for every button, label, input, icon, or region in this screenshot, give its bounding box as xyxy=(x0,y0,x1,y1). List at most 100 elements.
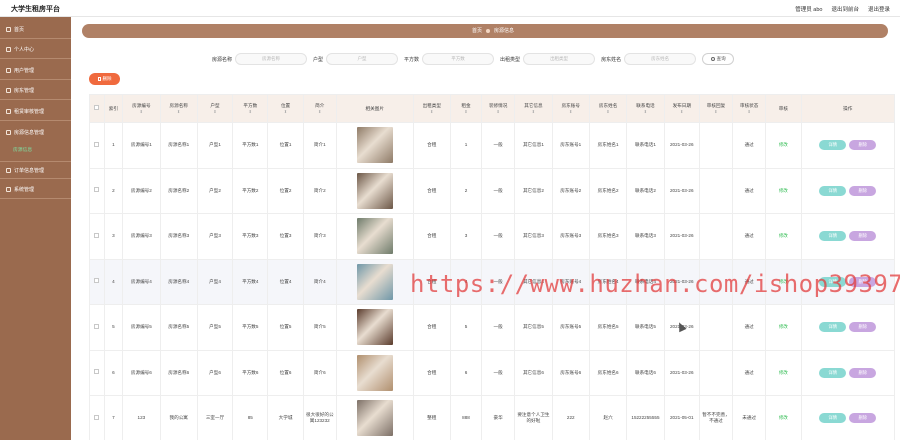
sidebar-item-listings[interactable]: 房源信息管理 xyxy=(0,123,71,141)
sort-icon[interactable]: ⬍ xyxy=(628,109,662,115)
row-checkbox[interactable] xyxy=(94,187,100,193)
cell-ll-name: 房东姓名5 xyxy=(588,304,628,351)
sort-icon[interactable]: ⬍ xyxy=(591,109,625,115)
column-header[interactable]: 审核状态 ⬍ xyxy=(732,94,767,123)
row-select-cell[interactable] xyxy=(89,122,105,169)
sort-icon[interactable]: ⬍ xyxy=(701,109,731,115)
row-checkbox[interactable] xyxy=(94,369,100,375)
house-photo-thumbnail xyxy=(356,400,393,437)
row-select-cell[interactable] xyxy=(89,395,105,440)
column-header[interactable]: 发布日期 ⬍ xyxy=(663,94,700,123)
detail-button[interactable]: 详情 xyxy=(819,185,847,196)
logout-link[interactable]: 退出登录 xyxy=(868,5,890,13)
sidebar-item-home[interactable]: 首页 xyxy=(0,21,71,39)
column-header[interactable]: 联系电话 ⬍ xyxy=(626,94,665,123)
search-input-area[interactable]: 平方数 xyxy=(422,53,495,65)
sort-icon[interactable]: ⬍ xyxy=(734,109,764,115)
cell-image xyxy=(335,258,414,305)
column-header[interactable]: 简介 ⬍ xyxy=(302,94,337,123)
house-photo-thumbnail xyxy=(356,218,393,255)
column-header[interactable]: 审核回复 ⬍ xyxy=(698,94,734,123)
sort-icon[interactable]: ⬍ xyxy=(483,109,513,115)
row-checkbox[interactable] xyxy=(94,232,100,238)
sort-icon[interactable]: ⬍ xyxy=(162,109,196,115)
search-button[interactable]: 查询 xyxy=(702,53,735,65)
cell-other: 其它信息6 xyxy=(514,349,553,396)
column-header[interactable]: 房源名称 ⬍ xyxy=(159,94,198,123)
delete-button[interactable]: 删除 xyxy=(849,140,877,151)
sort-icon[interactable]: ⬍ xyxy=(666,109,698,115)
row-checkbox[interactable] xyxy=(94,414,100,420)
sidebar-item-rental-review[interactable]: 租赁审核管理 xyxy=(0,103,71,121)
delete-button[interactable]: 删除 xyxy=(849,185,877,196)
column-header[interactable]: 房东账号 ⬍ xyxy=(551,94,590,123)
sidebar-item-landlords[interactable]: 房东管理 xyxy=(0,82,71,100)
delete-button[interactable]: 删除 xyxy=(849,367,877,378)
detail-button[interactable]: 详情 xyxy=(819,367,847,378)
search-input-type[interactable]: 户型 xyxy=(326,53,399,65)
sort-icon[interactable]: ⬍ xyxy=(234,109,266,115)
review-edit-link[interactable]: 修改 xyxy=(779,370,788,375)
cell-phone: 联系电话1 xyxy=(626,122,665,169)
row-select-cell[interactable] xyxy=(89,349,105,396)
delete-button[interactable]: 删除 xyxy=(849,413,877,424)
column-header[interactable]: 位置 ⬍ xyxy=(267,94,304,123)
sort-icon[interactable]: ⬍ xyxy=(305,109,335,115)
sort-icon[interactable]: ⬍ xyxy=(124,109,158,115)
review-edit-link[interactable]: 修改 xyxy=(779,188,788,193)
sort-icon[interactable]: ⬍ xyxy=(516,109,550,115)
row-select-cell[interactable] xyxy=(89,213,105,260)
sort-icon[interactable]: ⬍ xyxy=(452,109,480,115)
detail-button[interactable]: 详情 xyxy=(819,322,847,333)
sort-icon[interactable]: ⬍ xyxy=(554,109,588,115)
delete-button[interactable]: 删除 xyxy=(849,276,877,287)
review-edit-link[interactable]: 修改 xyxy=(779,142,788,147)
listings-table: 索引 房源编号 ⬍ 房源名称 ⬍ 户型 ⬍ 平方数 ⬍ 位置 ⬍ 简介 ⬍ 相关图片 出租类型 ⬍ 租金 ⬍ 装修情… xyxy=(89,94,896,440)
column-header[interactable]: 装修情况 ⬍ xyxy=(481,94,516,123)
detail-button[interactable]: 详情 xyxy=(819,140,847,151)
search-input-rent-type[interactable]: 出租类型 xyxy=(523,53,596,65)
select-all-checkbox[interactable] xyxy=(94,105,100,110)
row-checkbox[interactable] xyxy=(94,323,100,329)
column-header[interactable]: 租金 ⬍ xyxy=(449,94,483,123)
review-edit-link[interactable]: 修改 xyxy=(779,279,788,284)
column-header[interactable]: 其它信息 ⬍ xyxy=(514,94,553,123)
sidebar-item-orders[interactable]: 订单信息管理 xyxy=(0,161,71,179)
column-header[interactable]: 房东姓名 ⬍ xyxy=(588,94,628,123)
row-select-cell[interactable] xyxy=(89,258,105,305)
review-edit-link[interactable]: 修改 xyxy=(779,233,788,238)
table-row: 2 房源编号2 房源名称2 户型2 平方数2 位置2 简介2 合租 2 一般 其它信息2 房东账号2 房… xyxy=(89,167,896,214)
detail-button[interactable]: 详情 xyxy=(819,276,847,287)
column-header[interactable]: 平方数 ⬍ xyxy=(232,94,269,123)
detail-button[interactable]: 详情 xyxy=(819,413,847,424)
bulk-delete-button[interactable]: 删除 xyxy=(89,73,120,85)
row-select-cell[interactable] xyxy=(89,167,105,214)
search-input-landlord[interactable]: 房东姓名 xyxy=(624,53,697,65)
sort-icon[interactable]: ⬍ xyxy=(199,109,231,115)
header-select-all[interactable] xyxy=(89,94,105,123)
row-checkbox[interactable] xyxy=(94,278,100,284)
detail-button[interactable]: 详情 xyxy=(819,231,847,242)
cell-other: 其它信息4 xyxy=(514,258,553,305)
column-header[interactable]: 出租类型 ⬍ xyxy=(412,94,451,123)
sort-icon[interactable]: ⬍ xyxy=(415,109,449,115)
column-header[interactable]: 户型 ⬍ xyxy=(196,94,234,123)
review-edit-link[interactable]: 修改 xyxy=(779,324,788,329)
cell-phone: 联系电话6 xyxy=(626,349,665,396)
row-checkbox[interactable] xyxy=(94,141,100,147)
row-select-cell[interactable] xyxy=(89,304,105,351)
search-input-name[interactable]: 房源名称 xyxy=(235,53,308,65)
delete-button[interactable]: 删除 xyxy=(849,231,877,242)
back-to-front-link[interactable]: 退出到前台 xyxy=(831,5,859,13)
column-header[interactable]: 房源编号 ⬍ xyxy=(122,94,161,123)
sidebar-subitem-listing-info[interactable]: 房源信息 xyxy=(13,146,32,153)
breadcrumb-home[interactable]: 首页 xyxy=(472,27,482,34)
delete-button[interactable]: 删除 xyxy=(849,322,877,333)
sidebar-item-users[interactable]: 用户管理 xyxy=(0,62,71,80)
sidebar-item-profile[interactable]: 个人中心 xyxy=(0,41,71,59)
review-edit-link[interactable]: 修改 xyxy=(779,415,788,420)
cell-name: 房源名称5 xyxy=(159,304,198,351)
cell-review: 修改 xyxy=(765,167,802,214)
sidebar-item-system[interactable]: 系统管理 xyxy=(0,181,71,199)
sort-icon[interactable]: ⬍ xyxy=(269,109,301,115)
